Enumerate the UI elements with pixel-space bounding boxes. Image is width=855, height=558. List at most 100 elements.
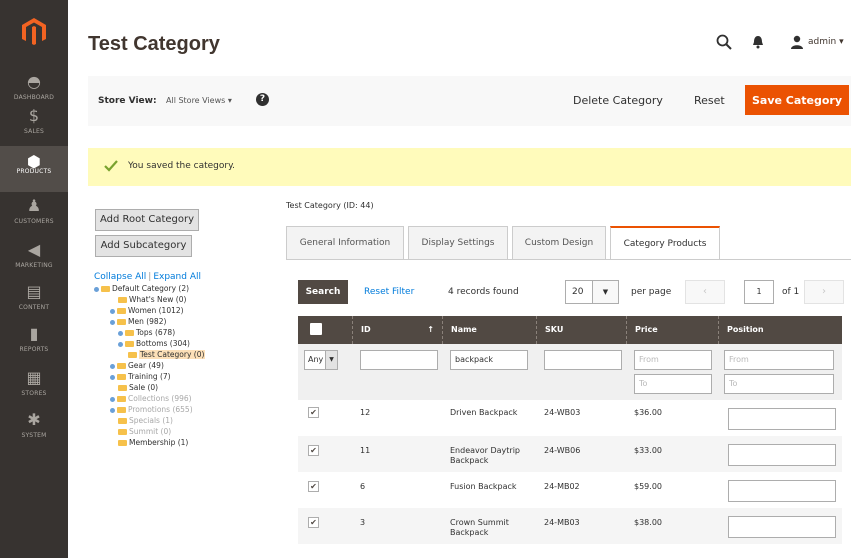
tree-node[interactable]: What's New (0) xyxy=(118,295,186,305)
in-category-filter[interactable]: Any xyxy=(304,350,326,370)
reset-button[interactable]: Reset xyxy=(694,94,725,107)
previous-page-button[interactable]: ‹ xyxy=(685,280,725,304)
table-row[interactable]: ✔ 12 Driven Backpack 24-WB03 $36.00 xyxy=(298,400,842,436)
tab-custom-design[interactable]: Custom Design xyxy=(512,226,606,259)
add-root-category-button[interactable]: Add Root Category xyxy=(95,209,199,231)
grid-search-button[interactable]: Search xyxy=(298,280,348,304)
magento-logo-icon[interactable] xyxy=(22,18,46,46)
column-header-sku[interactable]: SKU xyxy=(536,316,626,344)
row-checkbox[interactable]: ✔ xyxy=(308,407,319,418)
category-id-heading: Test Category (ID: 44) xyxy=(286,201,374,210)
tree-node[interactable]: Promotions (655) xyxy=(110,405,193,415)
per-page-select[interactable]: 20 xyxy=(565,280,593,304)
header-select-all[interactable] xyxy=(298,316,348,344)
tree-toggle-icon xyxy=(110,407,115,413)
row-checkbox[interactable]: ✔ xyxy=(308,517,319,528)
column-header-name[interactable]: Name xyxy=(442,316,536,344)
tree-node[interactable]: Membership (1) xyxy=(118,438,188,448)
tree-node[interactable]: Summit (0) xyxy=(118,427,171,437)
reset-filter-link[interactable]: Reset Filter xyxy=(364,287,414,297)
store-view-switcher[interactable]: All Store Views ▾ xyxy=(166,96,232,105)
tab-category-products[interactable]: Category Products xyxy=(610,226,720,260)
position-input[interactable] xyxy=(728,516,836,538)
page-number-input[interactable]: 1 xyxy=(744,280,774,304)
sku-filter-input[interactable] xyxy=(544,350,622,370)
price-from-input[interactable]: From xyxy=(634,350,712,370)
table-row[interactable]: ✔ 11 Endeavor Daytrip Backpack 24-WB06 $… xyxy=(298,436,842,472)
records-found: 4 records found xyxy=(448,287,519,297)
tree-toggle-icon xyxy=(110,363,115,369)
id-filter-input[interactable] xyxy=(360,350,438,370)
position-from-input[interactable]: From xyxy=(724,350,834,370)
tree-node-selected[interactable]: Test Category (0) xyxy=(128,350,206,360)
select-all-checkbox[interactable] xyxy=(310,323,322,335)
tree-node[interactable]: Bottoms (304) xyxy=(118,339,190,349)
position-input[interactable] xyxy=(728,444,836,466)
tree-controls: Collapse All | Expand All xyxy=(94,272,201,282)
chevron-down-icon[interactable]: ▼ xyxy=(326,350,338,370)
cell-name: Crown Summit xyxy=(450,518,509,527)
tab-display-settings[interactable]: Display Settings xyxy=(408,226,508,259)
user-icon[interactable] xyxy=(790,35,804,49)
tree-toggle-icon xyxy=(118,330,123,336)
name-filter-input[interactable]: backpack xyxy=(450,350,528,370)
tree-node[interactable]: Collections (996) xyxy=(110,394,192,404)
sidebar-item-marketing[interactable]: ◀ MARKETING xyxy=(0,240,68,286)
table-row[interactable]: ✔ 3 Crown Summit Backpack 24-MB03 $38.00 xyxy=(298,508,842,544)
tree-node-label: What's New (0) xyxy=(129,295,187,304)
row-checkbox[interactable]: ✔ xyxy=(308,481,319,492)
tree-node-label: Gear (49) xyxy=(128,361,164,370)
checkmark-icon xyxy=(104,160,118,172)
table-row[interactable]: ✔ 6 Fusion Backpack 24-MB02 $59.00 xyxy=(298,472,842,508)
tree-node-label: Default Category (2) xyxy=(112,284,190,293)
position-input[interactable] xyxy=(728,480,836,502)
sidebar-item-reports[interactable]: ▮ REPORTS xyxy=(0,324,68,370)
tree-node[interactable]: Sale (0) xyxy=(118,383,158,393)
expand-all-link[interactable]: Expand All xyxy=(153,272,201,282)
store-view-label: Store View: xyxy=(98,96,157,106)
price-to-input[interactable]: To xyxy=(634,374,712,394)
column-header-label: Price xyxy=(635,325,658,334)
column-header-position[interactable]: Position xyxy=(718,316,842,344)
admin-menu[interactable]: admin ▾ xyxy=(808,37,844,47)
position-to-input[interactable]: To xyxy=(724,374,834,394)
per-page-dropdown-arrow-icon[interactable]: ▼ xyxy=(593,280,619,304)
cell-name: Endeavor Daytrip xyxy=(450,446,521,455)
tree-node[interactable]: Men (982) xyxy=(110,317,166,327)
sidebar-item-label: MARKETING xyxy=(15,262,53,269)
tab-general-information[interactable]: General Information xyxy=(286,226,404,259)
sort-ascending-icon: ↑ xyxy=(427,325,434,334)
tree-node[interactable]: Gear (49) xyxy=(110,361,164,371)
folder-icon xyxy=(117,374,126,380)
tree-node[interactable]: Tops (678) xyxy=(118,328,175,338)
delete-category-button[interactable]: Delete Category xyxy=(573,94,663,107)
next-page-button[interactable]: › xyxy=(804,280,844,304)
sidebar-item-customers[interactable]: ♟ CUSTOMERS xyxy=(0,196,68,242)
search-icon[interactable] xyxy=(716,34,732,50)
sidebar-item-content[interactable]: ▤ CONTENT xyxy=(0,282,68,328)
sidebar-item-stores[interactable]: ▦ STORES xyxy=(0,368,68,414)
tree-node-label: Promotions (655) xyxy=(128,405,193,414)
cell-name: Backpack xyxy=(450,456,489,465)
save-category-button[interactable]: Save Category xyxy=(745,85,849,115)
column-header-id[interactable]: ID ↑ xyxy=(352,316,442,344)
dollar-icon: $ xyxy=(28,106,40,125)
cube-icon: ⬢ xyxy=(27,152,41,171)
position-input[interactable] xyxy=(728,408,836,430)
tree-toggle-icon xyxy=(110,319,115,325)
row-checkbox[interactable]: ✔ xyxy=(308,445,319,456)
tree-node[interactable]: Training (7) xyxy=(110,372,171,382)
sidebar-item-system[interactable]: ✱ SYSTEM xyxy=(0,410,68,456)
success-message: You saved the category. xyxy=(88,148,851,186)
column-header-price[interactable]: Price xyxy=(626,316,718,344)
add-subcategory-button[interactable]: Add Subcategory xyxy=(95,235,192,257)
collapse-all-link[interactable]: Collapse All xyxy=(94,272,146,282)
sidebar-item-label: SALES xyxy=(24,128,44,135)
tree-node[interactable]: Specials (1) xyxy=(118,416,173,426)
sidebar-item-products[interactable]: ⬢ PRODUCTS xyxy=(0,146,68,192)
cell-id: 11 xyxy=(360,446,371,455)
bell-icon[interactable] xyxy=(752,35,764,49)
help-icon[interactable]: ? xyxy=(256,93,269,106)
tree-node[interactable]: Default Category (2) xyxy=(94,284,189,294)
tree-node[interactable]: Women (1012) xyxy=(110,306,184,316)
